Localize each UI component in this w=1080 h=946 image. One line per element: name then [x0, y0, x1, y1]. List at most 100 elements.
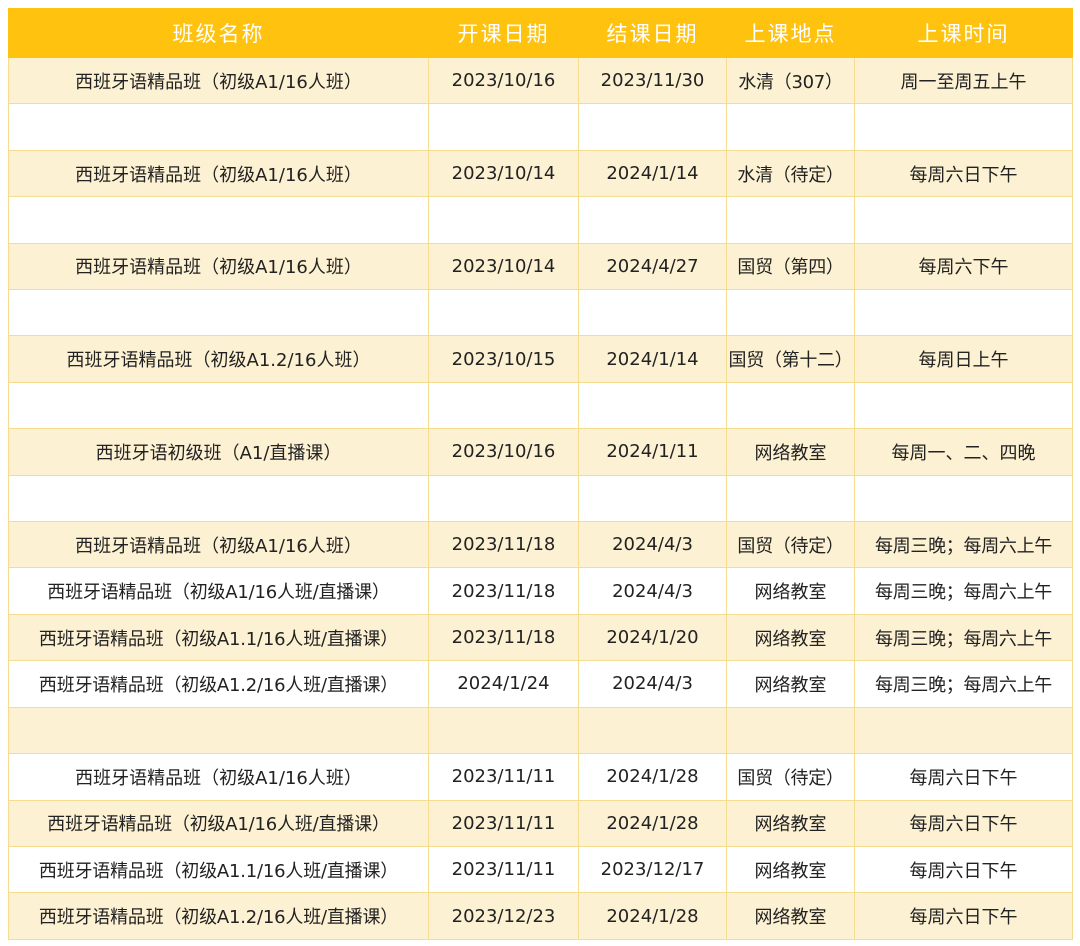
- cell-class-name: 西班牙语精品班（初级A1.2/16人班/直播课）: [8, 892, 429, 940]
- cell-end-date: 2024/4/3: [578, 567, 727, 615]
- cell-location: 水清（307）: [726, 56, 855, 105]
- cell-class-time: 每周六日下午: [854, 149, 1073, 198]
- cell-end-date: 2024/4/3: [578, 521, 727, 569]
- cell-location: [726, 103, 855, 151]
- cell-location: [726, 381, 855, 430]
- cell-start-date: 2023/12/23: [428, 892, 579, 940]
- cell-start-date: 2023/10/14: [428, 149, 579, 198]
- column-header-location: 上课地点: [726, 8, 855, 58]
- column-header-end-date: 结课日期: [578, 8, 727, 58]
- cell-end-date: [578, 706, 727, 755]
- cell-start-date: [428, 381, 579, 430]
- cell-class-name: [8, 196, 429, 244]
- cell-class-name: 西班牙语精品班（初级A1/16人班）: [8, 149, 429, 198]
- cell-class-time: [854, 289, 1073, 337]
- cell-end-date: [578, 196, 727, 244]
- table-row: 西班牙语精品班（初级A1/16人班/直播课） 2023/11/18 2024/4/3…: [8, 567, 1073, 615]
- cell-class-name: [8, 381, 429, 430]
- cell-end-date: 2024/4/3: [578, 660, 727, 708]
- cell-start-date: 2023/11/18: [428, 567, 579, 615]
- table-row: 西班牙语精品班（初级A1/16人班） 2023/10/14 2024/1/14 水清（…: [8, 149, 1073, 198]
- cell-class-name: [8, 289, 429, 337]
- cell-class-time: 每周一、二、四晚: [854, 428, 1073, 476]
- cell-class-time: 每周三晚；每周六上午: [854, 613, 1073, 662]
- cell-start-date: [428, 706, 579, 755]
- cell-end-date: [578, 103, 727, 151]
- cell-class-name: 西班牙语精品班（初级A1/16人班）: [8, 521, 429, 569]
- cell-end-date: 2023/12/17: [578, 845, 727, 894]
- cell-end-date: [578, 474, 727, 523]
- cell-end-date: 2024/1/28: [578, 892, 727, 940]
- cell-class-time: 周一至周五上午: [854, 56, 1073, 105]
- cell-class-name: [8, 706, 429, 755]
- table-row: [8, 381, 1073, 430]
- table-row: 西班牙语精品班（初级A1.2/16人班） 2023/10/15 2024/1/14 国…: [8, 335, 1073, 383]
- cell-class-name: 西班牙语精品班（初级A1.2/16人班/直播课）: [8, 660, 429, 708]
- cell-end-date: 2024/1/14: [578, 149, 727, 198]
- table-row: 西班牙语初级班（A1/直播课） 2023/10/16 2024/1/11 网络教室 每周…: [8, 428, 1073, 476]
- table-row: 西班牙语精品班（初级A1.1/16人班/直播课） 2023/11/11 2023/1…: [8, 845, 1073, 894]
- cell-class-time: [854, 196, 1073, 244]
- cell-end-date: 2023/11/30: [578, 56, 727, 105]
- table-row: 西班牙语精品班（初级A1/16人班） 2023/11/11 2024/1/28 国贸（…: [8, 753, 1073, 801]
- cell-class-name: [8, 103, 429, 151]
- table-row: [8, 706, 1073, 755]
- cell-location: [726, 289, 855, 337]
- cell-class-time: [854, 474, 1073, 523]
- table-row: [8, 196, 1073, 244]
- cell-class-name: 西班牙语精品班（初级A1/16人班）: [8, 242, 429, 291]
- cell-location: [726, 474, 855, 523]
- cell-location: 网络教室: [726, 567, 855, 615]
- cell-class-time: [854, 103, 1073, 151]
- cell-class-time: 每周六日下午: [854, 845, 1073, 894]
- cell-end-date: 2024/1/11: [578, 428, 727, 476]
- cell-start-date: 2024/1/24: [428, 660, 579, 708]
- cell-location: 网络教室: [726, 428, 855, 476]
- cell-start-date: 2023/11/18: [428, 521, 579, 569]
- table-row: [8, 103, 1073, 151]
- cell-class-time: [854, 381, 1073, 430]
- header-row: 班级名称 开课日期 结课日期 上课地点 上课时间: [8, 8, 1073, 58]
- cell-class-time: 每周三晚；每周六上午: [854, 660, 1073, 708]
- cell-location: 网络教室: [726, 845, 855, 894]
- cell-location: 网络教室: [726, 660, 855, 708]
- column-header-class-time: 上课时间: [854, 8, 1073, 58]
- cell-class-name: [8, 474, 429, 523]
- cell-start-date: [428, 196, 579, 244]
- cell-class-time: 每周六日下午: [854, 753, 1073, 801]
- cell-start-date: 2023/10/16: [428, 56, 579, 105]
- cell-class-name: 西班牙语精品班（初级A1.1/16人班/直播课）: [8, 613, 429, 662]
- cell-start-date: [428, 103, 579, 151]
- cell-class-name: 西班牙语初级班（A1/直播课）: [8, 428, 429, 476]
- cell-class-time: 每周六日下午: [854, 892, 1073, 940]
- cell-location: 网络教室: [726, 613, 855, 662]
- cell-location: 国贸（第十二）: [726, 335, 855, 383]
- cell-end-date: 2024/1/28: [578, 799, 727, 847]
- table-row: [8, 474, 1073, 523]
- cell-end-date: [578, 381, 727, 430]
- cell-class-name: 西班牙语精品班（初级A1/16人班/直播课）: [8, 567, 429, 615]
- cell-end-date: 2024/4/27: [578, 242, 727, 291]
- cell-location: [726, 196, 855, 244]
- course-schedule-table: 班级名称 开课日期 结课日期 上课地点 上课时间 西班牙语精品班（初级A1/16…: [8, 8, 1073, 940]
- table-row: 西班牙语精品班（初级A1/16人班/直播课） 2023/11/11 2024/1/2…: [8, 799, 1073, 847]
- cell-location: 国贸（待定）: [726, 521, 855, 569]
- column-header-class-name: 班级名称: [8, 8, 429, 58]
- cell-start-date: 2023/10/16: [428, 428, 579, 476]
- cell-class-name: 西班牙语精品班（初级A1/16人班）: [8, 753, 429, 801]
- cell-class-time: 每周六下午: [854, 242, 1073, 291]
- cell-start-date: 2023/10/15: [428, 335, 579, 383]
- cell-start-date: [428, 289, 579, 337]
- cell-class-time: 每周三晚；每周六上午: [854, 521, 1073, 569]
- column-header-start-date: 开课日期: [428, 8, 579, 58]
- table-row: [8, 289, 1073, 337]
- table-row: 西班牙语精品班（初级A1.2/16人班/直播课） 2024/1/24 2024/4/…: [8, 660, 1073, 708]
- cell-start-date: 2023/11/11: [428, 799, 579, 847]
- cell-class-name: 西班牙语精品班（初级A1/16人班/直播课）: [8, 799, 429, 847]
- table-body: 西班牙语精品班（初级A1/16人班） 2023/10/16 2023/11/30 水清…: [8, 56, 1073, 940]
- cell-location: 网络教室: [726, 892, 855, 940]
- cell-location: 国贸（待定）: [726, 753, 855, 801]
- cell-class-time: 每周六日下午: [854, 799, 1073, 847]
- cell-end-date: 2024/1/28: [578, 753, 727, 801]
- table-row: 西班牙语精品班（初级A1.1/16人班/直播课） 2023/11/18 2024/1…: [8, 613, 1073, 662]
